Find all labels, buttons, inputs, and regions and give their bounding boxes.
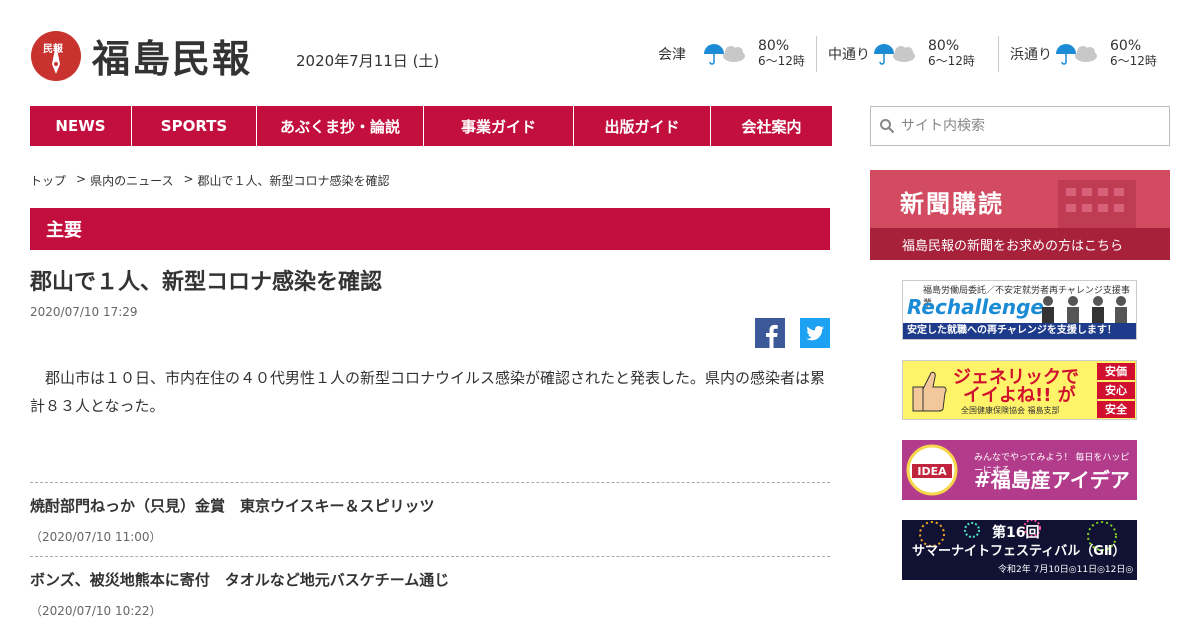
article-date: 2020/07/10 17:29	[30, 305, 138, 319]
related-date: （2020/07/10 10:22）	[30, 604, 162, 618]
weather-values: 80% 6～12時	[758, 39, 805, 69]
weather-divider	[816, 36, 817, 72]
twitter-share-button[interactable]	[800, 318, 830, 348]
subscribe-subtitle: 福島民報の新聞をお求めの方はこちら	[870, 228, 1170, 260]
weather-region: 浜通り	[1010, 47, 1052, 63]
seal-icon: 民報	[31, 30, 81, 81]
banner-title: サマーナイトフェスティバル（GⅡ）	[912, 544, 1126, 559]
breadcrumb: トップ > 県内のニュース > 郡山で１人、新型コロナ感染を確認	[30, 172, 400, 189]
weather-pct: 80%	[928, 38, 960, 54]
nav-publishing-guide[interactable]: 出版ガイド	[574, 106, 711, 146]
weather-divider	[998, 36, 999, 72]
search-icon[interactable]	[879, 118, 895, 134]
banner-title-2: イイよね!! が	[963, 385, 1076, 406]
article-body: 郡山市は１０日、市内在住の４０代男性１人の新型コロナウイルス感染が確認されたと発…	[30, 369, 826, 415]
related-article[interactable]: ボンズ、被災地熊本に寄付 タオルなど地元バスケチーム通じ （2020/07/10…	[30, 556, 830, 619]
weather-time: 6～12時	[1110, 54, 1157, 68]
nav-editorial[interactable]: あぶくま抄・論説	[257, 106, 424, 146]
tag-secure: 安全	[1097, 401, 1135, 418]
breadcrumb-separator: >	[183, 172, 194, 186]
fukushima-idea-banner[interactable]: IDEA みんなでやってみよう！ 毎日をハッピーにする #福島産アイデア	[902, 440, 1137, 500]
main-nav: NEWS SPORTS あぶくま抄・論説 事業ガイド 出版ガイド 会社案内	[30, 106, 832, 146]
related-title[interactable]: ボンズ、被災地熊本に寄付 タオルなど地元バスケチーム通じ	[30, 569, 830, 590]
weather-region: 会津	[658, 47, 686, 63]
nav-sports[interactable]: SPORTS	[132, 106, 257, 146]
umbrella-cloud-icon	[704, 44, 745, 65]
article-title: 郡山で１人、新型コロナ感染を確認	[30, 270, 383, 295]
breadcrumb-separator: >	[76, 172, 87, 186]
banner-caption: 全国健康保険協会 福島支部	[961, 406, 1060, 415]
related-date: （2020/07/10 11:00）	[30, 530, 162, 544]
breadcrumb-local-news[interactable]: 県内のニュース	[90, 172, 173, 189]
search-input[interactable]	[901, 118, 1151, 134]
banner-tags: 安価 安心 安全	[1097, 363, 1135, 419]
thumbs-up-icon	[912, 371, 947, 412]
facebook-icon	[766, 324, 778, 348]
banner-title: #福島産アイデア	[974, 468, 1130, 492]
weather-hamadori[interactable]: 浜通り 60% 6～12時	[1010, 36, 1157, 72]
weather-pct: 80%	[758, 38, 790, 54]
nav-company-info[interactable]: 会社案内	[711, 106, 832, 146]
banner-subtitle: 安定した就職への再チャレンジを支援します！	[903, 323, 1136, 339]
nav-business-guide[interactable]: 事業ガイド	[424, 106, 574, 146]
weather-values: 60% 6～12時	[1110, 39, 1157, 69]
weather-region: 中通り	[828, 47, 870, 63]
weather-time: 6～12時	[758, 54, 805, 68]
facebook-share-button[interactable]	[755, 318, 785, 348]
banner-dates: 令和2年 7月10日◎11日◎12日◎	[998, 565, 1134, 575]
nav-news[interactable]: NEWS	[30, 106, 132, 146]
weather-aizu[interactable]: 会津 80% 6～12時	[658, 36, 805, 72]
subscribe-banner[interactable]: 新聞購読 福島民報の新聞をお求めの方はこちら	[870, 170, 1170, 260]
rechallenge-banner[interactable]: 福島労働局委託／不安定就労者再チャレンジ支援事業 Rechallenge 安定し…	[902, 280, 1137, 340]
breadcrumb-top[interactable]: トップ	[30, 172, 66, 189]
logo-text: 福島民報	[92, 36, 253, 81]
weather-pct: 60%	[1110, 38, 1142, 54]
idea-logo-icon: IDEA	[906, 444, 958, 496]
seal-text-1: 民報	[43, 42, 64, 55]
summer-night-festival-banner[interactable]: 第16回 サマーナイトフェスティバル（GⅡ） 令和2年 7月10日◎11日◎12…	[902, 520, 1137, 580]
weather-nakadori[interactable]: 中通り 80% 6～12時	[828, 36, 975, 72]
idea-logo-text: IDEA	[917, 465, 947, 478]
current-date: 2020年7月11日 (土)	[296, 52, 440, 70]
section-heading: 主要	[30, 208, 830, 250]
weather-values: 80% 6～12時	[928, 39, 975, 69]
tag-safe: 安心	[1097, 382, 1135, 399]
umbrella-cloud-icon	[1056, 44, 1097, 65]
building-icon	[1058, 180, 1136, 232]
twitter-icon	[806, 326, 824, 341]
tag-cheap: 安価	[1097, 363, 1135, 380]
weather-time: 6～12時	[928, 54, 975, 68]
related-title[interactable]: 焼酎部門ねっか（只見）金賞 東京ウイスキー＆スピリッツ	[30, 495, 830, 516]
umbrella-cloud-icon	[874, 44, 915, 65]
subscribe-title: 新聞購読	[900, 190, 1004, 218]
banner-title: Rechallenge	[907, 295, 1044, 319]
breadcrumb-current: 郡山で１人、新型コロナ感染を確認	[197, 174, 390, 188]
related-article[interactable]: 焼酎部門ねっか（只見）金賞 東京ウイスキー＆スピリッツ （2020/07/10 …	[30, 482, 830, 545]
people-icon	[1042, 296, 1127, 323]
generic-drug-banner[interactable]: ジェネリックで イイよね!! が 全国健康保険協会 福島支部 安価 安心 安全	[902, 360, 1137, 420]
banner-edition: 第16回	[992, 525, 1040, 541]
site-search	[870, 106, 1170, 146]
site-logo[interactable]: 民報 福島民報	[30, 28, 252, 83]
